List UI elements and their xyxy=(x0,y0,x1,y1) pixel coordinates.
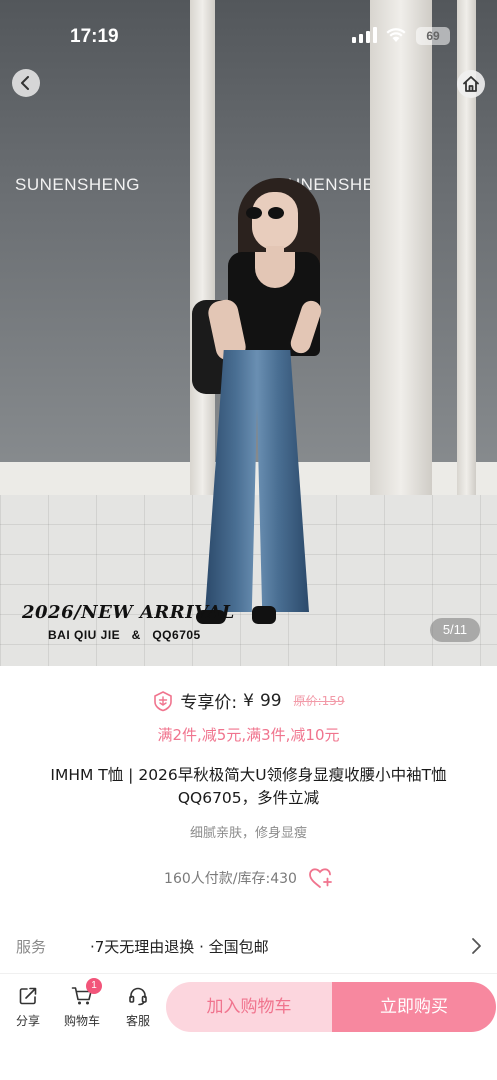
support-label: 客服 xyxy=(125,1014,150,1028)
price-row: 专享价: ¥ 99 原价:159 xyxy=(0,688,497,713)
home-button[interactable] xyxy=(457,70,485,98)
chevron-right-icon xyxy=(472,938,481,954)
chevron-left-icon xyxy=(21,76,29,90)
buy-now-button[interactable]: 立即购买 xyxy=(332,982,496,1032)
favorite-heart-icon[interactable] xyxy=(307,866,333,890)
image-counter: 5/11 xyxy=(430,618,480,642)
home-icon xyxy=(463,76,479,92)
store-sign: SUNENSHENG xyxy=(15,175,140,194)
backdrop-panel xyxy=(476,0,497,470)
wifi-icon xyxy=(386,28,406,42)
divider xyxy=(0,973,497,974)
sales-stock: 160人付款/库存:430 xyxy=(164,871,297,887)
share-tab[interactable]: 分享 xyxy=(10,986,46,1029)
model-face xyxy=(252,192,298,250)
cart-badge: 1 xyxy=(86,978,102,994)
promo-text: 满2件,减5元,满3件,减10元 xyxy=(157,726,340,744)
add-to-cart-button[interactable]: 加入购物车 xyxy=(166,982,332,1032)
service-label: 服务 xyxy=(16,938,47,956)
battery-indicator: 69 xyxy=(416,27,450,45)
price-value: 99 xyxy=(259,690,282,711)
status-time: 17:19 xyxy=(70,26,119,47)
product-subtitle: 细腻亲肤，修身显瘦 xyxy=(189,826,307,841)
exclusive-price-icon xyxy=(154,690,173,711)
headset-icon xyxy=(129,987,147,1006)
price-label: 专享价: xyxy=(180,693,238,713)
backdrop-panel xyxy=(432,0,457,470)
service-row[interactable]: 服务 ·7天无理由退换 · 全国包邮 xyxy=(0,928,497,964)
original-price: 原价:159 xyxy=(293,694,345,708)
service-text: ·7天无理由退换 · 全国包邮 xyxy=(90,938,269,956)
support-tab[interactable]: 客服 xyxy=(120,986,156,1029)
product-detail-page: SUNENSHENG SUNENSHENG 2026/NEW ARRIVAL B… xyxy=(0,0,497,1080)
arrival-subtitle: BAI QIU JIE & QQ6705 xyxy=(48,628,201,642)
pillar xyxy=(190,0,215,505)
cart-label: 购物车 xyxy=(64,1014,101,1028)
cellular-signal-icon xyxy=(352,27,378,43)
share-label: 分享 xyxy=(15,1014,40,1028)
product-title: IMHM T恤 | 2026早秋极简大U领修身显瘦收腰小中袖T恤QQ6705，多… xyxy=(50,766,447,807)
price-currency: ¥ xyxy=(243,690,254,711)
cart-tab[interactable]: 1 购物车 xyxy=(64,978,102,1029)
stock-row: 160人付款/库存:430 xyxy=(0,866,497,890)
arrival-title: 2026/NEW ARRIVAL xyxy=(22,602,235,623)
share-icon xyxy=(19,987,37,1005)
shoe xyxy=(252,606,276,624)
product-image-carousel[interactable]: SUNENSHENG SUNENSHENG 2026/NEW ARRIVAL B… xyxy=(0,0,497,666)
back-button[interactable] xyxy=(12,69,40,97)
sunglasses xyxy=(246,207,286,219)
